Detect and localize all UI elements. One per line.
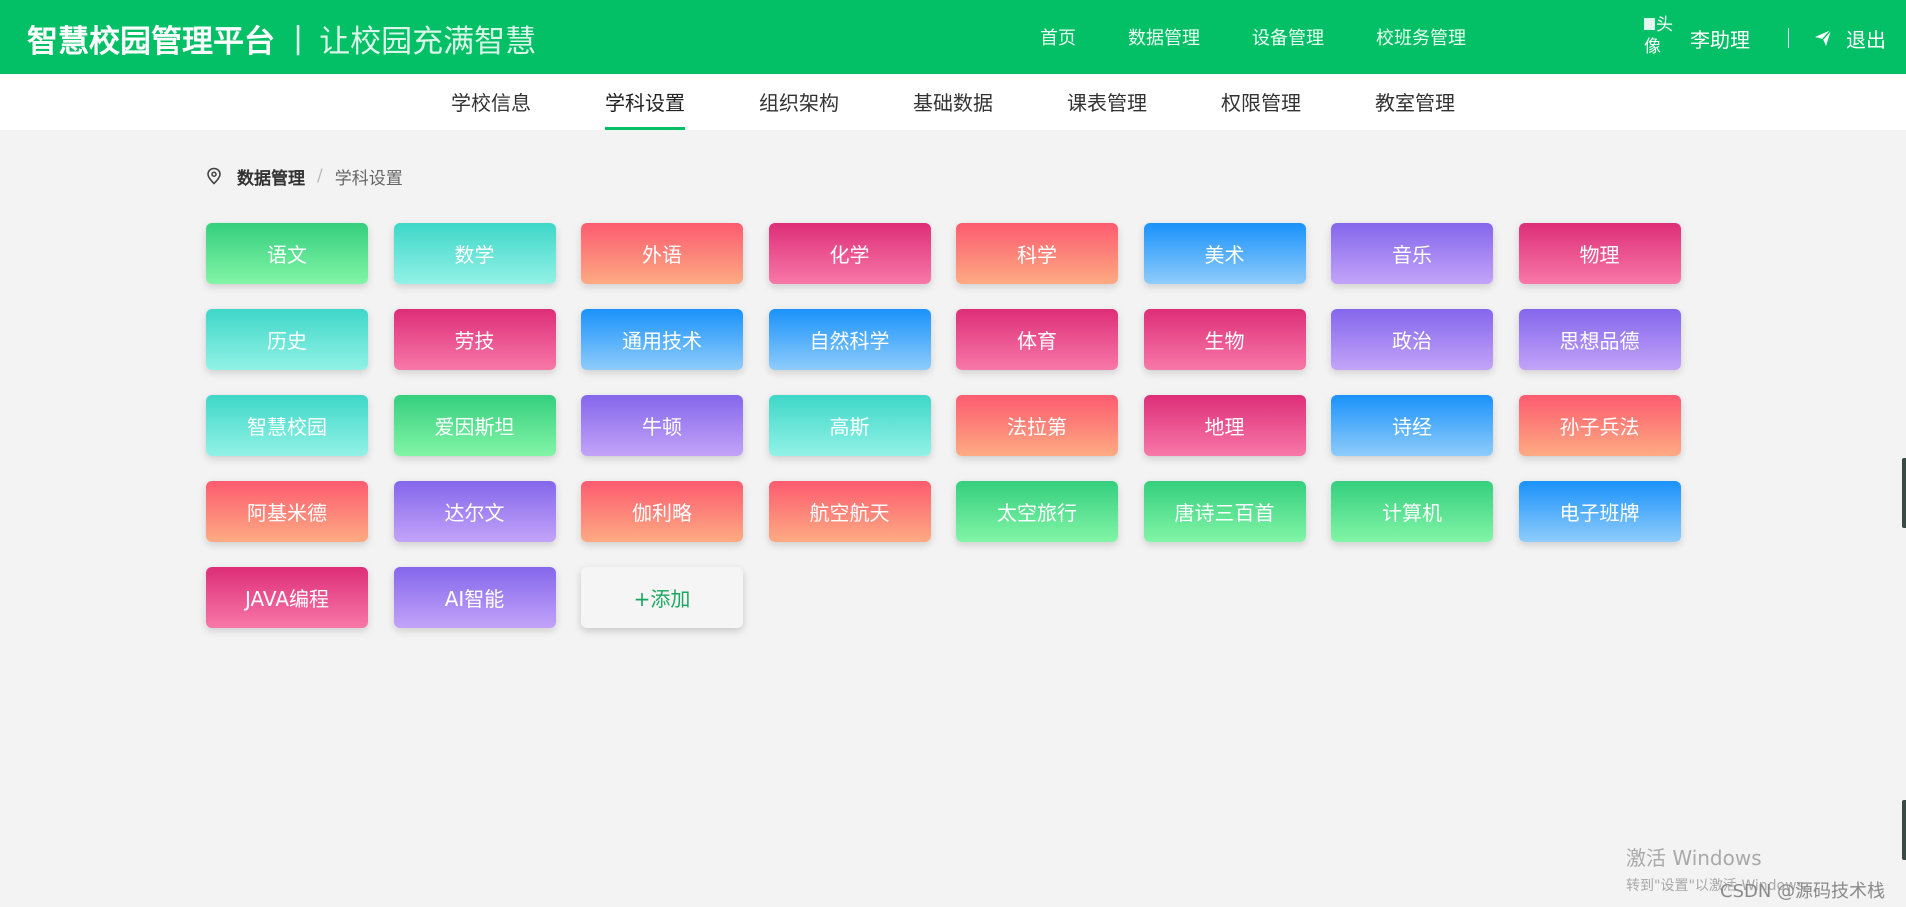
tab-permissions[interactable]: 权限管理: [1221, 74, 1301, 130]
subject-tile[interactable]: 生物: [1143, 309, 1306, 370]
subject-tile[interactable]: 阿基米德: [206, 481, 368, 542]
sub-nav: 学校信息 学科设置 组织架构 基础数据 课表管理 权限管理 教室管理: [451, 74, 1455, 130]
logout-button[interactable]: 退出: [1846, 24, 1886, 53]
breadcrumb-root[interactable]: 数据管理: [237, 164, 305, 189]
subject-tile[interactable]: 历史: [206, 309, 368, 370]
csdn-watermark: CSDN @源码技术栈: [1720, 881, 1886, 902]
avatar[interactable]: 头 像: [1644, 16, 1684, 60]
subject-tile[interactable]: AI智能: [393, 567, 556, 628]
subject-tile[interactable]: 美术: [1143, 223, 1306, 284]
subject-tile[interactable]: 法拉第: [956, 395, 1118, 456]
top-nav-device-management[interactable]: 设备管理: [1252, 24, 1324, 50]
subject-tile[interactable]: 地理: [1143, 395, 1306, 456]
subject-tile[interactable]: 思想品德: [1518, 309, 1681, 370]
subject-tile[interactable]: 化学: [768, 223, 931, 284]
breadcrumb: 数据管理 / 学科设置: [206, 164, 403, 189]
watermark-line-1: 激活 Windows: [1626, 846, 1762, 870]
subject-tile[interactable]: 爱因斯坦: [393, 395, 556, 456]
subject-tile[interactable]: 音乐: [1331, 223, 1493, 284]
subject-tile[interactable]: 唐诗三百首: [1143, 481, 1306, 542]
subject-tile[interactable]: 太空旅行: [956, 481, 1118, 542]
subject-tile[interactable]: 伽利略: [581, 481, 743, 542]
avatar-alt-text-1: 头: [1656, 15, 1673, 35]
top-nav-class-affairs[interactable]: 校班务管理: [1376, 24, 1466, 50]
subject-tile[interactable]: 航空航天: [768, 481, 931, 542]
tab-subject-settings[interactable]: 学科设置: [605, 74, 685, 130]
subject-tile[interactable]: 牛顿: [581, 395, 743, 456]
map-pin-icon: [206, 167, 222, 185]
side-edge-handle-lower[interactable]: [1902, 800, 1906, 860]
app-title: 智慧校园管理平台: [27, 23, 275, 60]
subject-tile[interactable]: 达尔文: [393, 481, 556, 542]
subject-tile[interactable]: 体育: [956, 309, 1118, 370]
side-edge-handle[interactable]: [1902, 458, 1906, 528]
avatar-alt-text-2: 像: [1644, 37, 1661, 57]
subject-tile[interactable]: 计算机: [1331, 481, 1493, 542]
subject-tile[interactable]: 物理: [1518, 223, 1681, 284]
subject-tile[interactable]: 电子班牌: [1518, 481, 1681, 542]
tab-basic-data[interactable]: 基础数据: [913, 74, 993, 130]
breadcrumb-separator: /: [317, 166, 323, 186]
subject-tile[interactable]: 数学: [393, 223, 556, 284]
paper-plane-icon[interactable]: [1813, 28, 1833, 48]
tab-org-structure[interactable]: 组织架构: [759, 74, 839, 130]
add-subject-button[interactable]: +添加: [581, 567, 743, 628]
user-area: 头 像 李助理 退出: [1644, 16, 1886, 60]
subject-tile[interactable]: 高斯: [768, 395, 931, 456]
app-slogan: 让校园充满智慧: [319, 23, 537, 60]
tab-timetable[interactable]: 课表管理: [1067, 74, 1147, 130]
subject-tile[interactable]: JAVA编程: [206, 567, 368, 628]
subject-tile[interactable]: 孙子兵法: [1518, 395, 1681, 456]
subject-tile[interactable]: 语文: [206, 223, 368, 284]
user-divider: [1788, 28, 1789, 48]
subject-tile[interactable]: 智慧校园: [206, 395, 368, 456]
brand: 智慧校园管理平台 | 让校园充满智慧: [27, 18, 537, 60]
title-separator: |: [293, 20, 304, 56]
sub-nav-bar: 学校信息 学科设置 组织架构 基础数据 课表管理 权限管理 教室管理: [0, 74, 1906, 130]
top-nav-data-management[interactable]: 数据管理: [1128, 24, 1200, 50]
top-nav: 首页 数据管理 设备管理 校班务管理: [1040, 24, 1466, 50]
broken-image-icon: [1644, 18, 1655, 30]
subject-tile[interactable]: 自然科学: [768, 309, 931, 370]
tab-school-info[interactable]: 学校信息: [451, 74, 531, 130]
subject-tile[interactable]: 政治: [1331, 309, 1493, 370]
top-header: 智慧校园管理平台 | 让校园充满智慧 首页 数据管理 设备管理 校班务管理 头 …: [0, 0, 1906, 74]
tab-classroom[interactable]: 教室管理: [1375, 74, 1455, 130]
subject-tile[interactable]: 诗经: [1331, 395, 1493, 456]
top-nav-home[interactable]: 首页: [1040, 24, 1076, 50]
breadcrumb-current: 学科设置: [334, 168, 403, 189]
subject-tile[interactable]: 通用技术: [581, 309, 743, 370]
subject-tile[interactable]: 劳技: [393, 309, 556, 370]
subject-tile[interactable]: 科学: [956, 223, 1118, 284]
user-name[interactable]: 李助理: [1690, 24, 1750, 53]
subject-tile[interactable]: 外语: [581, 223, 743, 284]
subject-grid: 语文 数学 外语 化学 科学 美术 音乐 物理历史 劳技 通用技术 自然科学 体育 生物 政治 思想品德智慧…: [206, 223, 1682, 628]
